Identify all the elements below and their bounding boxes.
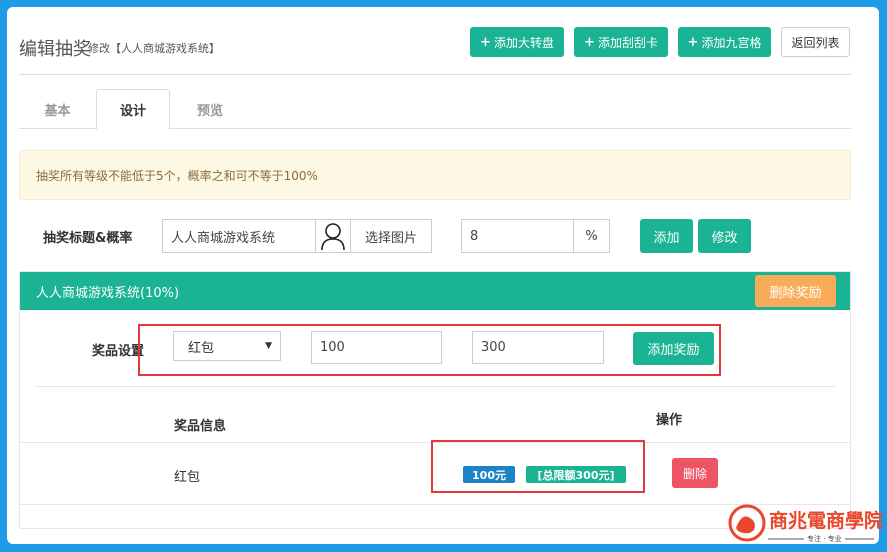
brand-name: 商兆電商學院	[769, 510, 884, 532]
brand-tagline: 专注 · 专业	[804, 534, 845, 544]
back-to-list-button[interactable]: 返回列表	[781, 27, 850, 57]
page-subtitle: 修改【人人商城游戏系统】	[88, 42, 220, 55]
add-grid-button[interactable]: + 添加九宫格	[678, 27, 771, 57]
column-prize-info: 奖品信息	[174, 419, 227, 434]
delete-reward-button[interactable]: 删除奖励	[755, 275, 836, 307]
main-frame: 编辑抽奖 修改【人人商城游戏系统】 + 添加大转盘 + 添加刮刮卡 + 添加九宫…	[7, 7, 879, 544]
page-header: 编辑抽奖 修改【人人商城游戏系统】 + 添加大转盘 + 添加刮刮卡 + 添加九宫…	[19, 27, 851, 75]
level-panel: 人人商城游戏系统(10%) 删除奖励 奖品设置 红包 ▼ 100 300 添加奖…	[19, 271, 851, 529]
highlight-prize-setting	[138, 324, 721, 376]
probability-input[interactable]: 8	[461, 219, 575, 253]
column-action: 操作	[656, 413, 683, 428]
plus-icon: +	[687, 34, 699, 50]
select-image-button[interactable]: 选择图片	[350, 219, 432, 253]
image-preview[interactable]	[315, 219, 351, 253]
tab-preview[interactable]: 预览	[170, 89, 250, 129]
watermark-logo: 商兆電商學院 专注 · 专业	[724, 500, 884, 546]
delete-prize-button[interactable]: 删除	[672, 458, 718, 488]
divider	[34, 386, 835, 387]
add-wheel-button[interactable]: + 添加大转盘	[470, 27, 564, 57]
prize-setting-label: 奖品设置	[92, 344, 145, 359]
avatar-icon	[321, 223, 345, 250]
lottery-title-input[interactable]: 人人商城游戏系统	[162, 219, 317, 253]
tab-bar: 基本 设计 预览	[19, 89, 851, 130]
add-scratch-button[interactable]: + 添加刮刮卡	[574, 27, 668, 57]
plus-icon: +	[584, 34, 595, 50]
plus-icon: +	[480, 34, 491, 50]
panel-title: 人人商城游戏系统(10%)	[36, 285, 180, 301]
warning-alert: 抽奖所有等级不能低于5个，概率之和可不等于100%	[19, 150, 851, 200]
add-level-button[interactable]: 添加	[640, 219, 693, 253]
page-title: 编辑抽奖	[19, 39, 91, 60]
panel-heading: 人人商城游戏系统(10%) 删除奖励	[20, 272, 850, 310]
tab-basic[interactable]: 基本	[19, 89, 96, 129]
title-probability-label: 抽奖标题&概率	[43, 231, 133, 246]
tab-design[interactable]: 设计	[96, 89, 170, 130]
highlight-prize-badges	[431, 440, 645, 493]
modify-level-button[interactable]: 修改	[698, 219, 751, 253]
percent-addon: %	[573, 219, 610, 253]
prize-name: 红包	[174, 470, 201, 485]
